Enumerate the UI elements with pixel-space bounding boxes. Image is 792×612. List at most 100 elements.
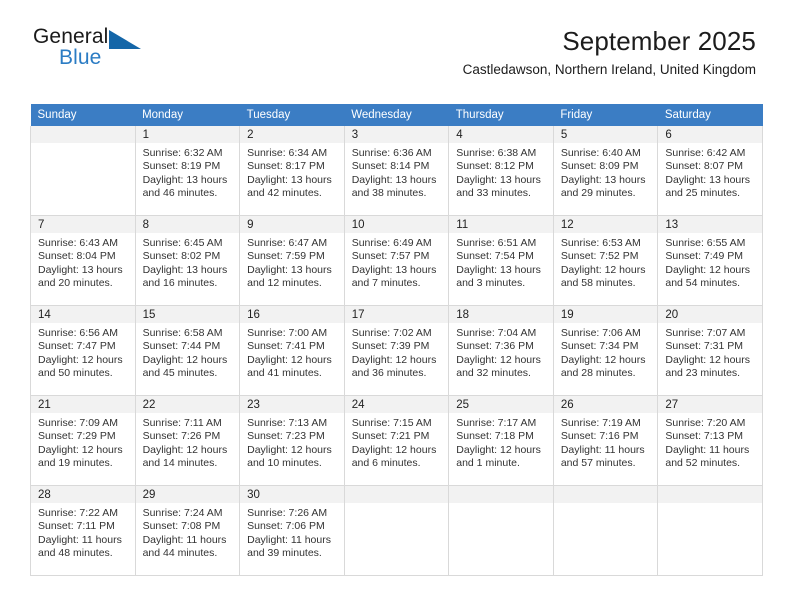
day-number: 8 — [135, 216, 240, 233]
day-number: 30 — [240, 486, 344, 503]
sunrise-time: Sunrise: 7:20 AM — [665, 417, 746, 429]
sunset-time: Sunset: 8:07 PM — [665, 160, 744, 173]
day-details: Sunrise: 7:07 AM Sunset: 7:31 PM Daylight:… — [658, 323, 762, 380]
calendar-day-cell[interactable]: 30 Sunrise: 7:26 AM Sunset: 7:06 PM Dayligh… — [239, 485, 345, 576]
daylight-duration-line2: and 32 minutes. — [456, 366, 531, 379]
calendar-day-cell[interactable]: 23 Sunrise: 7:13 AM Sunset: 7:23 PM Dayligh… — [239, 395, 345, 486]
calendar-day-cell[interactable]: 1 Sunrise: 6:32 AM Sunset: 8:19 PM Daylight… — [135, 126, 241, 216]
calendar-day-cell[interactable]: 12 Sunrise: 6:53 AM Sunset: 7:52 PM Dayligh… — [553, 215, 659, 306]
day-details: Sunrise: 6:40 AM Sunset: 8:09 PM Daylight:… — [554, 143, 658, 200]
sunset-time: Sunset: 7:34 PM — [560, 340, 639, 353]
weekday-header-thursday: Thursday — [448, 104, 554, 126]
calendar-day-cell[interactable]: 19 Sunrise: 7:06 AM Sunset: 7:34 PM Dayligh… — [553, 305, 659, 396]
daylight-duration-line1: Daylight: 11 hours — [247, 533, 331, 546]
calendar-day-cell[interactable]: 2 Sunrise: 6:34 AM Sunset: 8:17 PM Daylight… — [239, 126, 345, 216]
calendar-day-cell[interactable]: 27 Sunrise: 7:20 AM Sunset: 7:13 PM Dayligh… — [657, 395, 763, 486]
calendar-day-cell[interactable]: 5 Sunrise: 6:40 AM Sunset: 8:09 PM Daylight… — [553, 126, 659, 216]
day-details: Sunrise: 6:32 AM Sunset: 8:19 PM Daylight:… — [136, 143, 240, 200]
calendar-day-cell-empty — [657, 485, 763, 576]
day-number: 12 — [553, 216, 658, 233]
sunset-time: Sunset: 7:41 PM — [247, 340, 325, 353]
sunset-time: Sunset: 7:21 PM — [351, 430, 430, 443]
sunrise-time: Sunrise: 6:58 AM — [142, 327, 223, 339]
calendar-page: General Blue September 2025 Castledawson… — [0, 0, 792, 612]
day-number: 26 — [553, 396, 658, 413]
sunrise-time: Sunrise: 7:07 AM — [665, 327, 746, 339]
calendar-day-cell[interactable]: 9 Sunrise: 6:47 AM Sunset: 7:59 PM Daylight… — [239, 215, 345, 306]
calendar-day-cell[interactable]: 11 Sunrise: 6:51 AM Sunset: 7:54 PM Dayligh… — [448, 215, 554, 306]
day-details: Sunrise: 7:13 AM Sunset: 7:23 PM Daylight:… — [240, 413, 344, 470]
calendar-day-cell[interactable]: 10 Sunrise: 6:49 AM Sunset: 7:57 PM Dayligh… — [344, 215, 450, 306]
day-details: Sunrise: 6:34 AM Sunset: 8:17 PM Daylight:… — [240, 143, 344, 200]
daylight-duration-line1: Daylight: 12 hours — [38, 353, 123, 366]
day-details: Sunrise: 6:43 AM Sunset: 8:04 PM Daylight:… — [31, 233, 135, 290]
daylight-duration-line1: Daylight: 12 hours — [247, 443, 332, 456]
day-number: 29 — [135, 486, 240, 503]
sunrise-time: Sunrise: 6:43 AM — [38, 237, 118, 249]
calendar-day-cell[interactable]: 26 Sunrise: 7:19 AM Sunset: 7:16 PM Dayligh… — [553, 395, 659, 486]
day-number: 22 — [135, 396, 240, 413]
calendar-day-cell[interactable]: 7 Sunrise: 6:43 AM Sunset: 8:04 PM Daylight… — [30, 215, 136, 306]
daylight-duration-line2: and 46 minutes. — [142, 186, 218, 199]
sunset-time: Sunset: 7:54 PM — [456, 250, 534, 263]
day-number: 13 — [658, 216, 762, 233]
calendar-day-cell[interactable]: 15 Sunrise: 6:58 AM Sunset: 7:44 PM Dayligh… — [135, 305, 241, 396]
calendar-day-cell[interactable]: 16 Sunrise: 7:00 AM Sunset: 7:41 PM Dayligh… — [239, 305, 345, 396]
calendar-day-cell[interactable]: 20 Sunrise: 7:07 AM Sunset: 7:31 PM Dayligh… — [657, 305, 763, 396]
daylight-duration-line1: Daylight: 13 hours — [456, 263, 541, 276]
calendar-day-cell[interactable]: 24 Sunrise: 7:15 AM Sunset: 7:21 PM Dayligh… — [344, 395, 450, 486]
day-details: Sunrise: 7:09 AM Sunset: 7:29 PM Daylight:… — [31, 413, 135, 470]
sunset-time: Sunset: 7:08 PM — [142, 520, 221, 533]
day-details: Sunrise: 7:15 AM Sunset: 7:21 PM Daylight:… — [345, 413, 449, 470]
day-details: Sunrise: 7:19 AM Sunset: 7:16 PM Daylight:… — [554, 413, 658, 470]
calendar-day-cell[interactable]: 6 Sunrise: 6:42 AM Sunset: 8:07 PM Daylight… — [657, 126, 763, 216]
calendar-day-cell[interactable]: 13 Sunrise: 6:55 AM Sunset: 7:49 PM Dayligh… — [657, 215, 763, 306]
daylight-duration-line2: and 58 minutes. — [560, 276, 636, 289]
daylight-duration-line1: Daylight: 12 hours — [142, 353, 228, 366]
day-details: Sunrise: 7:20 AM Sunset: 7:13 PM Daylight:… — [658, 413, 762, 470]
sunset-time: Sunset: 7:26 PM — [142, 430, 221, 443]
daylight-duration-line2: and 3 minutes. — [456, 276, 526, 289]
day-number: 7 — [31, 216, 135, 233]
day-number — [553, 486, 658, 503]
sunrise-time: Sunrise: 6:49 AM — [351, 237, 432, 249]
sunset-time: Sunset: 7:29 PM — [38, 430, 116, 443]
calendar-day-cell[interactable]: 29 Sunrise: 7:24 AM Sunset: 7:08 PM Dayligh… — [135, 485, 241, 576]
daylight-duration-line1: Daylight: 13 hours — [142, 173, 228, 186]
daylight-duration-line1: Daylight: 13 hours — [351, 263, 437, 276]
calendar-day-cell[interactable]: 21 Sunrise: 7:09 AM Sunset: 7:29 PM Dayligh… — [30, 395, 136, 486]
sunset-time: Sunset: 7:18 PM — [456, 430, 534, 443]
calendar-day-cell[interactable]: 28 Sunrise: 7:22 AM Sunset: 7:11 PM Dayligh… — [30, 485, 136, 576]
daylight-duration-line1: Daylight: 12 hours — [351, 353, 437, 366]
day-number — [344, 486, 449, 503]
day-number: 21 — [31, 396, 135, 413]
daylight-duration-line1: Daylight: 12 hours — [247, 353, 332, 366]
calendar-day-cell[interactable]: 25 Sunrise: 7:17 AM Sunset: 7:18 PM Dayligh… — [448, 395, 554, 486]
sunrise-time: Sunrise: 6:45 AM — [142, 237, 223, 249]
calendar-week-row: 14 Sunrise: 6:56 AM Sunset: 7:47 PM Dayligh… — [30, 305, 763, 396]
daylight-duration-line2: and 50 minutes. — [38, 366, 113, 379]
day-details: Sunrise: 6:58 AM Sunset: 7:44 PM Daylight:… — [136, 323, 240, 380]
daylight-duration-line1: Daylight: 13 hours — [351, 173, 437, 186]
daylight-duration-line1: Daylight: 12 hours — [456, 353, 541, 366]
day-number — [658, 486, 762, 503]
calendar-day-cell[interactable]: 22 Sunrise: 7:11 AM Sunset: 7:26 PM Dayligh… — [135, 395, 241, 486]
general-blue-logo[interactable]: General Blue — [33, 26, 153, 76]
calendar-day-cell[interactable]: 3 Sunrise: 6:36 AM Sunset: 8:14 PM Daylight… — [344, 126, 450, 216]
calendar-day-cell[interactable]: 8 Sunrise: 6:45 AM Sunset: 8:02 PM Daylight… — [135, 215, 241, 306]
day-number: 19 — [553, 306, 658, 323]
daylight-duration-line1: Daylight: 13 hours — [560, 173, 646, 186]
calendar-day-cell[interactable]: 18 Sunrise: 7:04 AM Sunset: 7:36 PM Dayligh… — [448, 305, 554, 396]
daylight-duration-line2: and 52 minutes. — [665, 456, 741, 469]
sunset-time: Sunset: 7:36 PM — [456, 340, 534, 353]
calendar-day-cell[interactable]: 4 Sunrise: 6:38 AM Sunset: 8:12 PM Daylight… — [448, 126, 554, 216]
daylight-duration-line2: and 48 minutes. — [38, 546, 113, 559]
sunrise-time: Sunrise: 6:32 AM — [142, 147, 223, 159]
daylight-duration-line1: Daylight: 12 hours — [456, 443, 541, 456]
calendar-week-row: 21 Sunrise: 7:09 AM Sunset: 7:29 PM Dayligh… — [30, 395, 763, 486]
calendar-day-cell[interactable]: 17 Sunrise: 7:02 AM Sunset: 7:39 PM Dayligh… — [344, 305, 450, 396]
calendar-header-row: Sunday Monday Tuesday Wednesday Thursday… — [30, 104, 763, 126]
calendar-week-row: 1 Sunrise: 6:32 AM Sunset: 8:19 PM Daylight… — [30, 126, 763, 216]
calendar-day-cell[interactable]: 14 Sunrise: 6:56 AM Sunset: 7:47 PM Dayligh… — [30, 305, 136, 396]
sunset-time: Sunset: 7:57 PM — [351, 250, 430, 263]
